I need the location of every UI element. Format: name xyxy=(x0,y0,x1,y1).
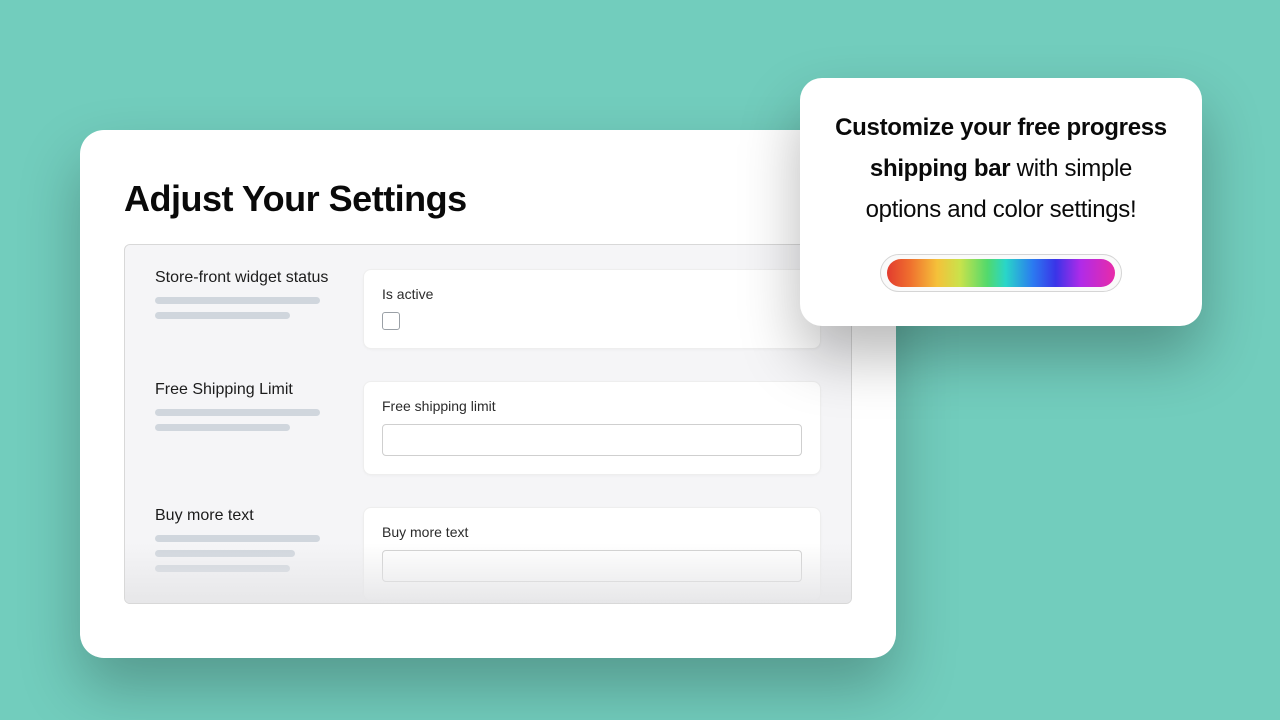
page-title: Adjust Your Settings xyxy=(80,130,896,244)
setting-row-buy-more-text: Buy more text Buy more text xyxy=(125,483,851,604)
field-label: Free shipping limit xyxy=(382,398,802,414)
setting-label-col: Buy more text xyxy=(155,507,335,601)
skeleton-line xyxy=(155,565,290,572)
setting-label-col: Store-front widget status xyxy=(155,269,335,349)
setting-field-card: Buy more text xyxy=(363,507,821,601)
spectrum-icon xyxy=(887,259,1115,287)
settings-panel: Store-front widget status Is active Free… xyxy=(124,244,852,604)
setting-row-widget-status: Store-front widget status Is active xyxy=(125,245,851,357)
free-shipping-limit-input[interactable] xyxy=(382,424,802,456)
buy-more-text-input[interactable] xyxy=(382,550,802,582)
skeleton-line xyxy=(155,409,320,416)
skeleton-line xyxy=(155,424,290,431)
setting-title: Buy more text xyxy=(155,507,335,525)
setting-title: Store-front widget status xyxy=(155,269,335,287)
promo-callout: Customize your free progress shipping ba… xyxy=(800,78,1202,326)
field-label: Is active xyxy=(382,286,802,302)
setting-row-free-shipping-limit: Free Shipping Limit Free shipping limit xyxy=(125,357,851,483)
skeleton-line xyxy=(155,297,320,304)
setting-field-card: Free shipping limit xyxy=(363,381,821,475)
setting-title: Free Shipping Limit xyxy=(155,381,335,399)
color-picker[interactable] xyxy=(880,254,1122,292)
is-active-checkbox[interactable] xyxy=(382,312,400,330)
skeleton-line xyxy=(155,550,295,557)
setting-field-card: Is active xyxy=(363,269,821,349)
settings-card: Adjust Your Settings Store-front widget … xyxy=(80,130,896,658)
setting-label-col: Free Shipping Limit xyxy=(155,381,335,475)
field-label: Buy more text xyxy=(382,524,802,540)
skeleton-line xyxy=(155,535,320,542)
callout-text: Customize your free progress shipping ba… xyxy=(834,108,1168,230)
skeleton-line xyxy=(155,312,290,319)
